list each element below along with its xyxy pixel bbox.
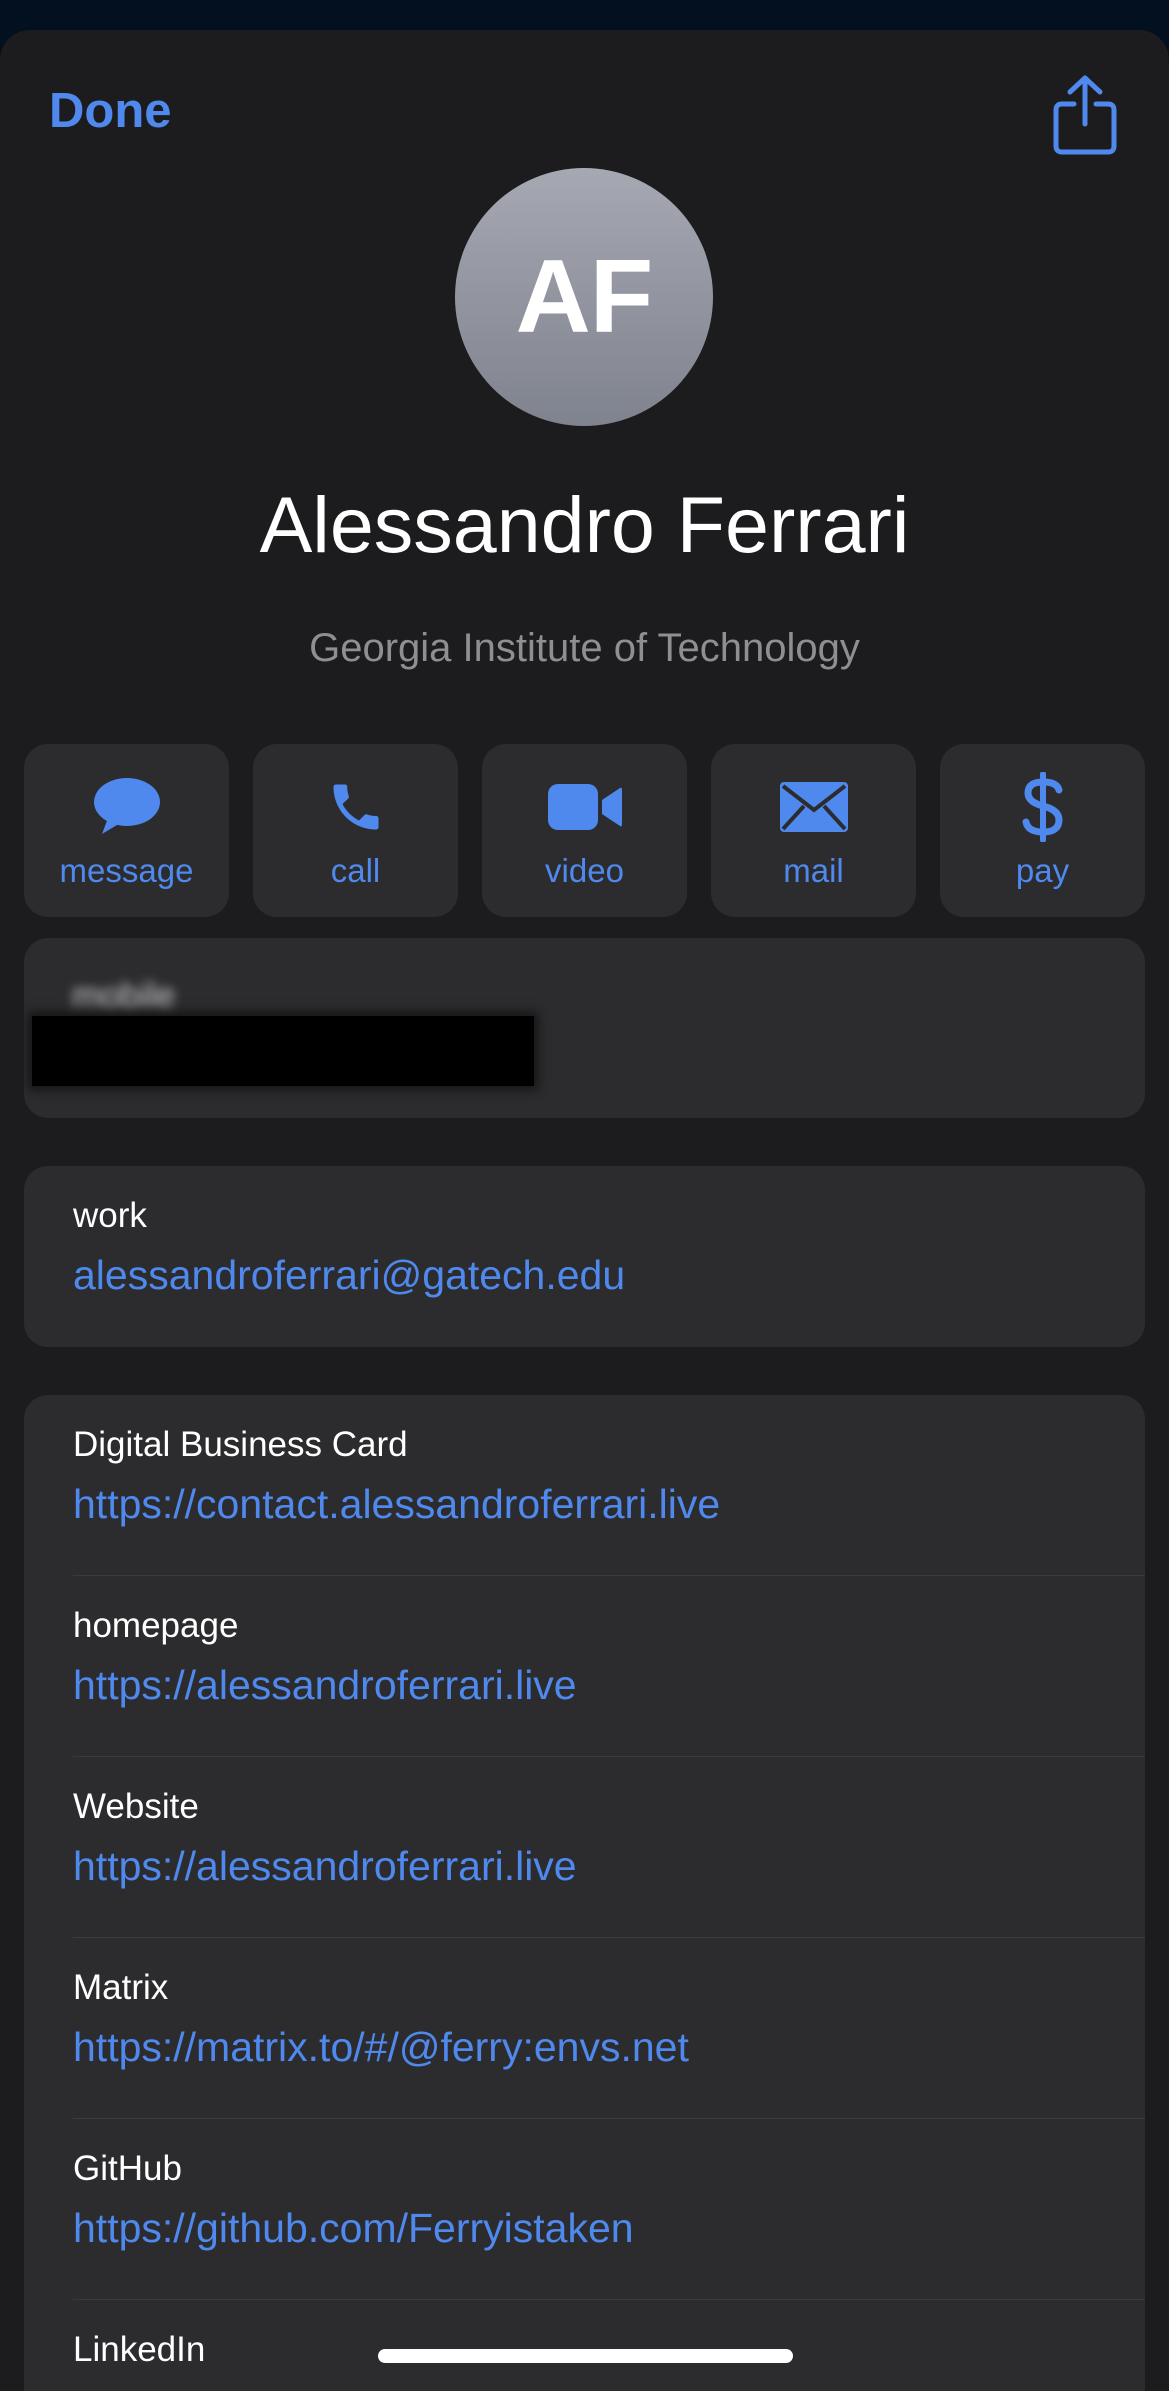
email-field: work alessandroferrari@gatech.edu xyxy=(24,1166,1145,1347)
url-link[interactable]: https://alessandroferrari.live xyxy=(73,1662,577,1709)
home-indicator[interactable] xyxy=(378,2349,793,2363)
url-field-website: Website https://alessandroferrari.live xyxy=(24,1757,1145,1938)
pay-button[interactable]: pay xyxy=(940,744,1145,917)
phone-label: mobile xyxy=(72,976,176,1015)
contact-organization: Georgia Institute of Technology xyxy=(309,626,860,670)
redacted-phone-number xyxy=(32,1016,534,1086)
url-link[interactable]: https://contact.alessandroferrari.live xyxy=(73,1481,720,1528)
pay-label: pay xyxy=(1015,852,1070,889)
video-button[interactable]: video xyxy=(482,744,687,917)
url-field-matrix: Matrix https://matrix.to/#/@ferry:envs.n… xyxy=(24,1938,1145,2119)
message-button[interactable]: message xyxy=(24,744,229,917)
url-label: Website xyxy=(73,1787,199,1826)
phone-icon xyxy=(333,784,378,830)
email-card: work alessandroferrari@gatech.edu xyxy=(24,1166,1145,1347)
url-link[interactable]: https://matrix.to/#/@ferry:envs.net xyxy=(73,2024,689,2071)
call-button[interactable]: call xyxy=(253,744,458,917)
share-icon xyxy=(1053,75,1117,155)
urls-card: Digital Business Card https://contact.al… xyxy=(24,1395,1145,2391)
video-label: video xyxy=(545,852,624,889)
mail-label: mail xyxy=(783,852,844,889)
url-link[interactable]: https://github.com/Ferryistaken xyxy=(73,2205,634,2252)
url-label: LinkedIn xyxy=(73,2330,206,2369)
url-label: GitHub xyxy=(73,2149,182,2188)
avatar: AF xyxy=(455,168,713,426)
url-label: Digital Business Card xyxy=(73,1425,408,1464)
url-label: Matrix xyxy=(73,1968,169,2007)
url-field-digital-business-card: Digital Business Card https://contact.al… xyxy=(24,1395,1145,1576)
url-field-linkedin: LinkedIn xyxy=(24,2300,1145,2391)
envelope-icon xyxy=(779,782,848,832)
share-button[interactable] xyxy=(1050,74,1120,156)
contact-name: Alessandro Ferrari xyxy=(259,480,910,569)
email-value[interactable]: alessandroferrari@gatech.edu xyxy=(73,1252,625,1299)
email-label: work xyxy=(73,1196,147,1235)
url-link[interactable]: https://alessandroferrari.live xyxy=(73,1843,577,1890)
avatar-initials: AF xyxy=(515,238,654,355)
url-label: homepage xyxy=(73,1606,239,1645)
contact-sheet: Done AF Alessandro Ferrari Georgia Insti… xyxy=(0,30,1169,2391)
phone-card[interactable]: mobile xyxy=(24,938,1145,1118)
video-camera-icon xyxy=(547,784,622,830)
quick-actions: message call video mail pay xyxy=(24,744,1145,917)
url-field-homepage: homepage https://alessandroferrari.live xyxy=(24,1576,1145,1757)
message-bubble-icon xyxy=(93,778,160,834)
url-field-github: GitHub https://github.com/Ferryistaken xyxy=(24,2119,1145,2300)
call-label: call xyxy=(330,852,381,889)
dollar-sign-icon xyxy=(1022,772,1063,842)
message-label: message xyxy=(59,852,194,889)
mail-button[interactable]: mail xyxy=(711,744,916,917)
done-button[interactable]: Done xyxy=(49,82,172,141)
